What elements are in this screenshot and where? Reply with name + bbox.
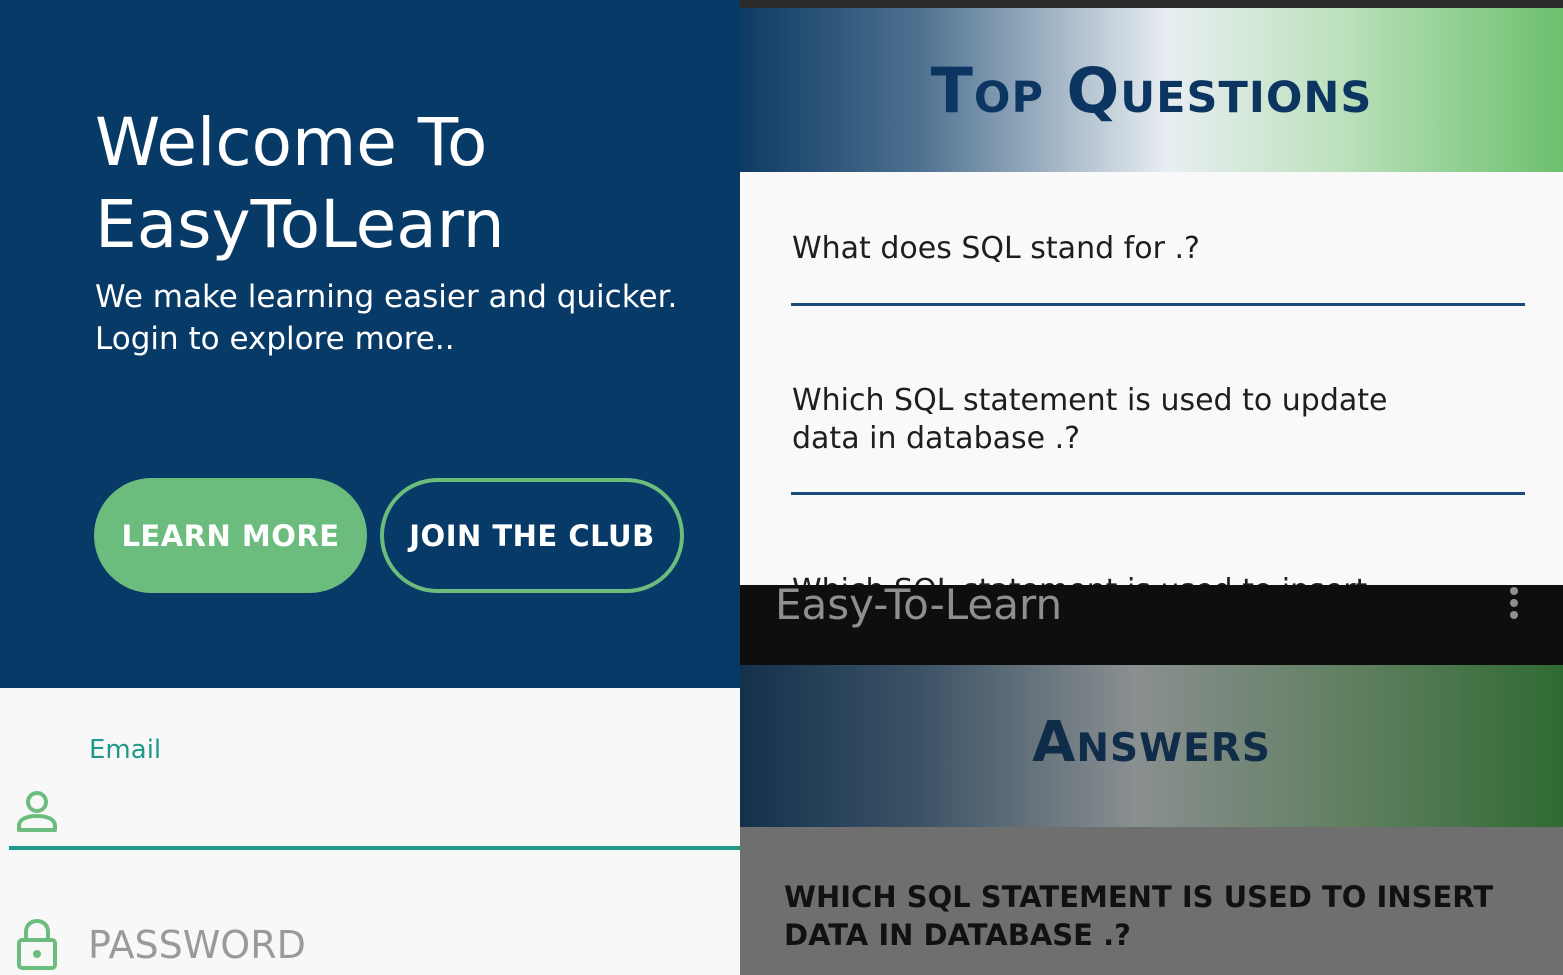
- user-icon: [15, 790, 59, 834]
- answer-question: WHICH SQL STATEMENT IS USED TO INSERT DA…: [784, 880, 1494, 952]
- login-screen: Welcome To EasyToLearn We make learning …: [0, 0, 740, 975]
- tagline: We make learning easier and quicker. Log…: [95, 279, 678, 357]
- question-item[interactable]: Which SQL statement is used to insert da…: [792, 572, 1412, 585]
- app-title: Easy-To-Learn: [775, 585, 1063, 629]
- join-the-club-button[interactable]: JOIN THE CLUB: [380, 478, 684, 593]
- email-field[interactable]: [78, 782, 728, 844]
- email-label: Email: [89, 735, 162, 765]
- answers-screen: Easy-To-Learn Answers WHICH SQL STATEMEN…: [740, 585, 1563, 975]
- hero-banner: Welcome To EasyToLearn We make learning …: [0, 0, 740, 688]
- question-item[interactable]: What does SQL stand for .?: [792, 230, 1412, 268]
- question-divider: [791, 303, 1525, 306]
- question-divider: [791, 492, 1525, 495]
- learn-more-button[interactable]: LEARN MORE: [94, 478, 367, 593]
- top-questions-screen: Top Questions What does SQL stand for .?…: [740, 0, 1563, 585]
- welcome-title: Welcome To EasyToLearn: [95, 104, 505, 263]
- answers-title: Answers: [1032, 710, 1271, 775]
- status-strip: [740, 0, 1563, 8]
- top-questions-title: Top Questions: [930, 54, 1373, 127]
- app-bar: Easy-To-Learn: [740, 585, 1563, 665]
- lock-icon: [16, 918, 58, 970]
- email-underline: [9, 846, 740, 850]
- top-questions-header: Top Questions: [740, 8, 1563, 172]
- question-item[interactable]: Which SQL statement is used to update da…: [792, 382, 1412, 458]
- password-field[interactable]: [88, 915, 728, 975]
- more-vertical-icon[interactable]: [1504, 585, 1524, 625]
